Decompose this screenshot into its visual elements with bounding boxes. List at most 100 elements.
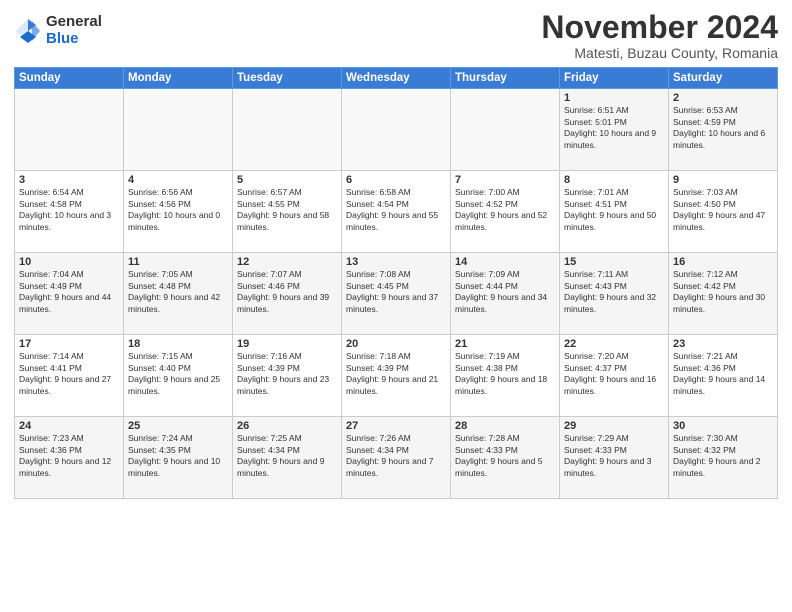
day-info: Sunrise: 6:58 AM Sunset: 4:54 PM Dayligh… <box>346 187 446 233</box>
day-info: Sunrise: 7:29 AM Sunset: 4:33 PM Dayligh… <box>564 433 664 479</box>
header-row: SundayMondayTuesdayWednesdayThursdayFrid… <box>15 68 778 89</box>
day-number: 13 <box>346 256 446 268</box>
day-number: 30 <box>673 420 773 432</box>
day-number: 6 <box>346 174 446 186</box>
day-info: Sunrise: 7:05 AM Sunset: 4:48 PM Dayligh… <box>128 269 228 315</box>
day-info: Sunrise: 6:57 AM Sunset: 4:55 PM Dayligh… <box>237 187 337 233</box>
calendar-cell: 25Sunrise: 7:24 AM Sunset: 4:35 PM Dayli… <box>124 417 233 499</box>
day-number: 25 <box>128 420 228 432</box>
calendar-week-1: 3Sunrise: 6:54 AM Sunset: 4:58 PM Daylig… <box>15 171 778 253</box>
day-number: 1 <box>564 92 664 104</box>
day-info: Sunrise: 7:09 AM Sunset: 4:44 PM Dayligh… <box>455 269 555 315</box>
day-number: 9 <box>673 174 773 186</box>
day-info: Sunrise: 7:25 AM Sunset: 4:34 PM Dayligh… <box>237 433 337 479</box>
page: General Blue November 2024 Matesti, Buza… <box>0 0 792 612</box>
logo-text: General Blue <box>46 14 102 47</box>
day-number: 10 <box>19 256 119 268</box>
calendar-week-3: 17Sunrise: 7:14 AM Sunset: 4:41 PM Dayli… <box>15 335 778 417</box>
calendar-cell <box>15 89 124 171</box>
day-info: Sunrise: 7:08 AM Sunset: 4:45 PM Dayligh… <box>346 269 446 315</box>
calendar-cell: 30Sunrise: 7:30 AM Sunset: 4:32 PM Dayli… <box>669 417 778 499</box>
calendar-cell: 20Sunrise: 7:18 AM Sunset: 4:39 PM Dayli… <box>342 335 451 417</box>
weekday-header-thursday: Thursday <box>451 68 560 89</box>
day-number: 20 <box>346 338 446 350</box>
day-info: Sunrise: 7:00 AM Sunset: 4:52 PM Dayligh… <box>455 187 555 233</box>
day-info: Sunrise: 6:56 AM Sunset: 4:56 PM Dayligh… <box>128 187 228 233</box>
day-number: 19 <box>237 338 337 350</box>
day-info: Sunrise: 7:15 AM Sunset: 4:40 PM Dayligh… <box>128 351 228 397</box>
weekday-header-monday: Monday <box>124 68 233 89</box>
calendar-cell: 21Sunrise: 7:19 AM Sunset: 4:38 PM Dayli… <box>451 335 560 417</box>
header: General Blue November 2024 Matesti, Buza… <box>14 10 778 61</box>
day-info: Sunrise: 7:21 AM Sunset: 4:36 PM Dayligh… <box>673 351 773 397</box>
calendar-cell: 4Sunrise: 6:56 AM Sunset: 4:56 PM Daylig… <box>124 171 233 253</box>
day-info: Sunrise: 7:20 AM Sunset: 4:37 PM Dayligh… <box>564 351 664 397</box>
day-info: Sunrise: 7:30 AM Sunset: 4:32 PM Dayligh… <box>673 433 773 479</box>
day-info: Sunrise: 6:53 AM Sunset: 4:59 PM Dayligh… <box>673 105 773 151</box>
calendar-cell: 18Sunrise: 7:15 AM Sunset: 4:40 PM Dayli… <box>124 335 233 417</box>
calendar-cell: 29Sunrise: 7:29 AM Sunset: 4:33 PM Dayli… <box>560 417 669 499</box>
logo-icon <box>14 17 42 45</box>
calendar-cell: 28Sunrise: 7:28 AM Sunset: 4:33 PM Dayli… <box>451 417 560 499</box>
calendar-header: SundayMondayTuesdayWednesdayThursdayFrid… <box>15 68 778 89</box>
calendar-cell: 12Sunrise: 7:07 AM Sunset: 4:46 PM Dayli… <box>233 253 342 335</box>
day-info: Sunrise: 7:26 AM Sunset: 4:34 PM Dayligh… <box>346 433 446 479</box>
calendar-cell: 27Sunrise: 7:26 AM Sunset: 4:34 PM Dayli… <box>342 417 451 499</box>
day-info: Sunrise: 7:01 AM Sunset: 4:51 PM Dayligh… <box>564 187 664 233</box>
day-info: Sunrise: 7:18 AM Sunset: 4:39 PM Dayligh… <box>346 351 446 397</box>
day-info: Sunrise: 7:24 AM Sunset: 4:35 PM Dayligh… <box>128 433 228 479</box>
calendar-cell: 11Sunrise: 7:05 AM Sunset: 4:48 PM Dayli… <box>124 253 233 335</box>
calendar-cell: 5Sunrise: 6:57 AM Sunset: 4:55 PM Daylig… <box>233 171 342 253</box>
day-info: Sunrise: 7:12 AM Sunset: 4:42 PM Dayligh… <box>673 269 773 315</box>
logo-general: General <box>46 14 102 31</box>
day-number: 2 <box>673 92 773 104</box>
day-number: 11 <box>128 256 228 268</box>
day-number: 24 <box>19 420 119 432</box>
calendar-cell: 16Sunrise: 7:12 AM Sunset: 4:42 PM Dayli… <box>669 253 778 335</box>
title-area: November 2024 Matesti, Buzau County, Rom… <box>541 10 778 61</box>
day-info: Sunrise: 7:03 AM Sunset: 4:50 PM Dayligh… <box>673 187 773 233</box>
day-info: Sunrise: 7:11 AM Sunset: 4:43 PM Dayligh… <box>564 269 664 315</box>
day-number: 16 <box>673 256 773 268</box>
day-number: 8 <box>564 174 664 186</box>
calendar-cell: 1Sunrise: 6:51 AM Sunset: 5:01 PM Daylig… <box>560 89 669 171</box>
calendar-cell: 7Sunrise: 7:00 AM Sunset: 4:52 PM Daylig… <box>451 171 560 253</box>
calendar-cell <box>233 89 342 171</box>
day-number: 12 <box>237 256 337 268</box>
day-info: Sunrise: 6:54 AM Sunset: 4:58 PM Dayligh… <box>19 187 119 233</box>
day-number: 21 <box>455 338 555 350</box>
calendar-cell: 14Sunrise: 7:09 AM Sunset: 4:44 PM Dayli… <box>451 253 560 335</box>
calendar-body: 1Sunrise: 6:51 AM Sunset: 5:01 PM Daylig… <box>15 89 778 499</box>
day-number: 15 <box>564 256 664 268</box>
logo: General Blue <box>14 14 102 47</box>
weekday-header-saturday: Saturday <box>669 68 778 89</box>
day-number: 3 <box>19 174 119 186</box>
day-number: 28 <box>455 420 555 432</box>
calendar-week-2: 10Sunrise: 7:04 AM Sunset: 4:49 PM Dayli… <box>15 253 778 335</box>
calendar-cell: 3Sunrise: 6:54 AM Sunset: 4:58 PM Daylig… <box>15 171 124 253</box>
day-number: 17 <box>19 338 119 350</box>
calendar-cell <box>342 89 451 171</box>
day-number: 14 <box>455 256 555 268</box>
day-info: Sunrise: 7:04 AM Sunset: 4:49 PM Dayligh… <box>19 269 119 315</box>
calendar-cell: 22Sunrise: 7:20 AM Sunset: 4:37 PM Dayli… <box>560 335 669 417</box>
weekday-header-sunday: Sunday <box>15 68 124 89</box>
calendar-cell: 26Sunrise: 7:25 AM Sunset: 4:34 PM Dayli… <box>233 417 342 499</box>
calendar-cell: 17Sunrise: 7:14 AM Sunset: 4:41 PM Dayli… <box>15 335 124 417</box>
day-number: 7 <box>455 174 555 186</box>
calendar-cell: 24Sunrise: 7:23 AM Sunset: 4:36 PM Dayli… <box>15 417 124 499</box>
day-info: Sunrise: 7:19 AM Sunset: 4:38 PM Dayligh… <box>455 351 555 397</box>
month-title: November 2024 <box>541 10 778 45</box>
subtitle: Matesti, Buzau County, Romania <box>541 45 778 61</box>
weekday-header-wednesday: Wednesday <box>342 68 451 89</box>
day-info: Sunrise: 6:51 AM Sunset: 5:01 PM Dayligh… <box>564 105 664 151</box>
day-info: Sunrise: 7:14 AM Sunset: 4:41 PM Dayligh… <box>19 351 119 397</box>
calendar-table: SundayMondayTuesdayWednesdayThursdayFrid… <box>14 67 778 499</box>
day-number: 29 <box>564 420 664 432</box>
calendar-cell <box>451 89 560 171</box>
calendar-cell: 8Sunrise: 7:01 AM Sunset: 4:51 PM Daylig… <box>560 171 669 253</box>
calendar-cell: 2Sunrise: 6:53 AM Sunset: 4:59 PM Daylig… <box>669 89 778 171</box>
logo-blue: Blue <box>46 31 102 48</box>
weekday-header-tuesday: Tuesday <box>233 68 342 89</box>
calendar-cell: 19Sunrise: 7:16 AM Sunset: 4:39 PM Dayli… <box>233 335 342 417</box>
